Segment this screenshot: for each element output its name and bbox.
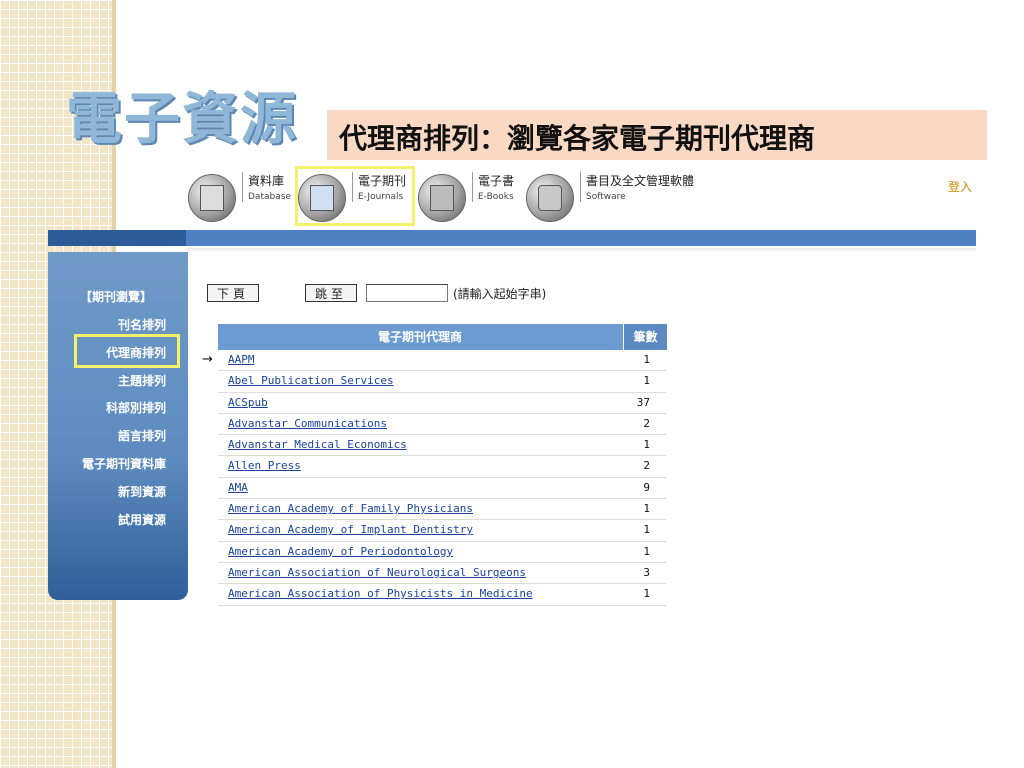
table-row: American Academy of Periodontology 1 (218, 542, 666, 563)
sidebar-item-subject-order[interactable]: 主題排列 (118, 372, 166, 389)
sidebar: 【期刊瀏覽】 刊名排列 代理商排列 主題排列 科部別排列 語言排列 電子期刊資料… (48, 252, 188, 600)
table-row: Advanstar Communications 2 (218, 414, 666, 436)
table-header: 電子期刊代理商 筆數 (218, 324, 667, 350)
table-row: AAPM 1 (218, 350, 666, 372)
software-icon (526, 174, 574, 222)
agent-count: 1 (643, 438, 650, 452)
jump-input[interactable] (366, 284, 448, 302)
agent-count: 9 (643, 480, 650, 494)
jump-button[interactable]: 跳至 (305, 284, 357, 302)
nav-label-en: E-Books (478, 192, 514, 202)
agent-count: 2 (643, 459, 650, 473)
table-row: American Association of Physicists in Me… (218, 584, 666, 606)
agent-count: 3 (643, 565, 650, 579)
nav-label-zh: 電子書 (478, 174, 515, 188)
agent-link[interactable]: Advanstar Medical Economics (228, 438, 407, 451)
sidebar-item-trial-resources[interactable]: 試用資源 (118, 511, 166, 528)
sidebar-item-language-order[interactable]: 語言排列 (118, 427, 166, 444)
database-icon (188, 174, 236, 222)
table-row: American Association of Neurological Sur… (218, 563, 666, 585)
agent-count: 1 (643, 544, 650, 558)
slide-subtitle-box: 代理商排列：瀏覽各家電子期刊代理商 (327, 110, 987, 160)
agent-link[interactable]: Abel Publication Services (228, 374, 394, 387)
agent-count: 1 (643, 374, 650, 388)
agent-link[interactable]: AMA (228, 481, 248, 494)
table-row: Allen Press 2 (218, 456, 666, 478)
agent-link[interactable]: American Academy of Periodontology (228, 545, 453, 558)
slide-subtitle: 代理商排列：瀏覽各家電子期刊代理商 (339, 122, 816, 155)
table-row: Abel Publication Services 1 (218, 371, 666, 393)
sidebar-item-department-order[interactable]: 科部別排列 (106, 399, 166, 416)
agent-count: 1 (643, 502, 650, 516)
divider (186, 248, 976, 252)
current-row-arrow-icon: → (202, 352, 213, 367)
ebooks-icon (418, 174, 466, 222)
header-bar (48, 230, 976, 246)
login-link[interactable]: 登入 (948, 178, 972, 195)
agent-link[interactable]: American Association of Neurological Sur… (228, 566, 526, 579)
table-row: American Academy of Implant Dentistry 1 (218, 520, 666, 542)
jump-hint: (請輸入起始字串) (453, 287, 547, 301)
table-row: Advanstar Medical Economics 1 (218, 435, 666, 457)
sidebar-item-title-order[interactable]: 刊名排列 (118, 316, 166, 333)
header-bar-left (48, 230, 186, 246)
column-header-agent: 電子期刊代理商 (377, 330, 462, 344)
table-row: AMA 9 (218, 478, 666, 500)
agent-order-highlight-box (74, 334, 180, 368)
nav-label-en: Database (248, 192, 291, 202)
agent-link[interactable]: American Academy of Implant Dentistry (228, 523, 473, 536)
nav-label-en: Software (586, 192, 626, 202)
agent-count: 1 (643, 523, 650, 537)
sidebar-item-ejournal-databases[interactable]: 電子期刊資料庫 (82, 455, 166, 472)
agent-link[interactable]: AAPM (228, 353, 255, 366)
table-row: ACSpub 37 (218, 393, 666, 414)
slide-title: 電子資源 (66, 87, 298, 152)
agent-count: 2 (643, 416, 650, 430)
table-row: American Academy of Family Physicians 1 (218, 499, 666, 521)
agent-count: 37 (636, 395, 650, 409)
agent-link[interactable]: American Academy of Family Physicians (228, 502, 473, 515)
agent-link[interactable]: American Association of Physicists in Me… (228, 587, 533, 600)
nav-label-zh: 資料庫 (248, 174, 285, 188)
agent-count: 1 (643, 353, 650, 366)
ejournals-highlight-box (295, 166, 415, 226)
agent-table: 電子期刊代理商 筆數 AAPM 1 Abel Publication Service… (218, 324, 667, 606)
sidebar-header: 【期刊瀏覽】 (80, 290, 153, 304)
agent-link[interactable]: Allen Press (228, 459, 301, 472)
agent-count: 1 (643, 587, 650, 601)
sidebar-item-new-resources[interactable]: 新到資源 (118, 483, 166, 500)
table-body: AAPM 1 Abel Publication Services 1 ACSpub 37 A… (218, 350, 666, 606)
nav-label-zh: 書目及全文管理軟體 (586, 174, 695, 188)
agent-link[interactable]: ACSpub (228, 396, 268, 409)
next-page-button[interactable]: 下頁 (207, 284, 259, 302)
column-header-count: 筆數 (623, 324, 667, 350)
agent-link[interactable]: Advanstar Communications (228, 417, 387, 430)
